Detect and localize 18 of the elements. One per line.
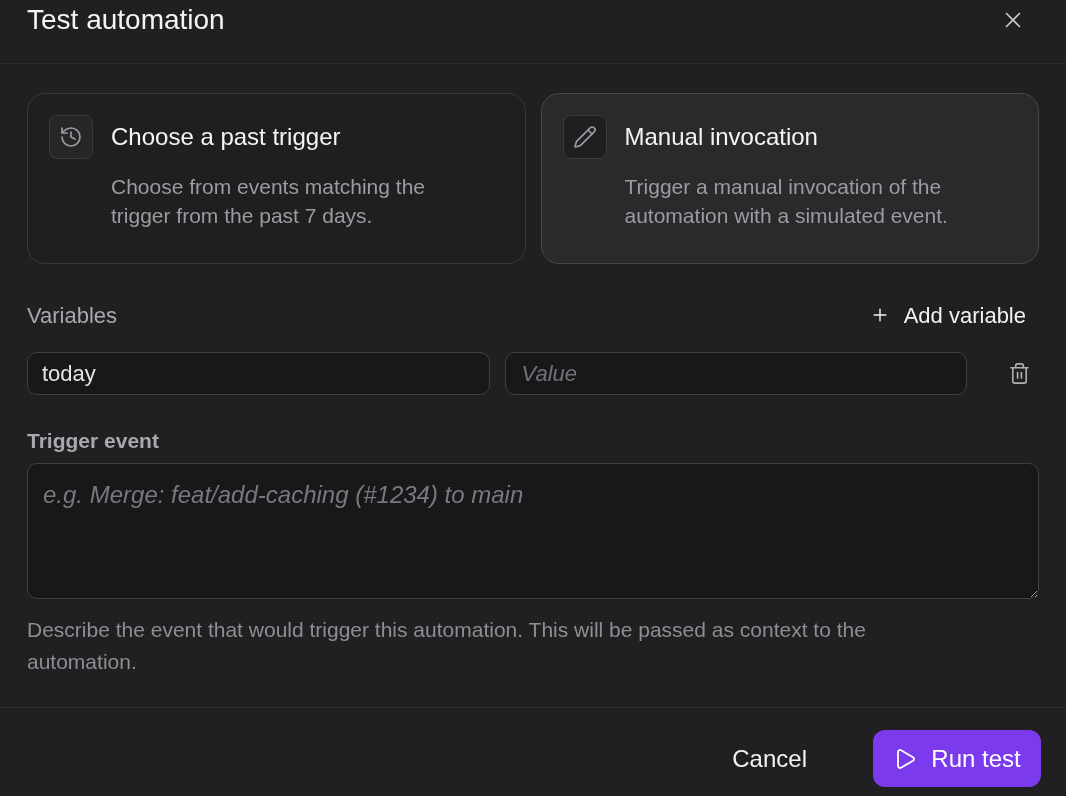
option-description: Choose from events matching the trigger from the past 7 days. xyxy=(111,174,426,229)
variable-value-input[interactable]: Value xyxy=(504,352,968,395)
option-card[interactable]: Manual invocation Trigger a manual invocation of the automation with a simulated event. xyxy=(540,93,1039,264)
trigger-event-label: Trigger event xyxy=(27,428,159,454)
cancel-button[interactable]: Cancel xyxy=(714,730,825,787)
variable-name-input[interactable]: today xyxy=(27,352,490,395)
dialog-title: Test automation xyxy=(27,3,225,37)
run-test-button[interactable]: Run test xyxy=(873,730,1041,787)
option-card[interactable]: Choose a past trigger Choose from events matching the trigger from the past 7 days. xyxy=(27,93,526,264)
trigger-event-help: Describe the event that would trigger this automation. This will be passed as context to the automation. xyxy=(27,617,867,675)
trigger-event-textarea[interactable]: e.g. Merge: feat/add-caching (#1234) to main xyxy=(27,463,1039,599)
trash-icon xyxy=(1007,362,1031,385)
option-title: Choose a past trigger xyxy=(111,122,342,152)
option-description: Trigger a manual invocation of the automation with a simulated event. xyxy=(624,174,949,229)
variables-label: Variables xyxy=(27,301,118,330)
add-variable-button[interactable]: Add variable xyxy=(869,298,1039,332)
pencil-icon xyxy=(562,115,607,159)
option-title: Manual invocation xyxy=(624,122,819,152)
